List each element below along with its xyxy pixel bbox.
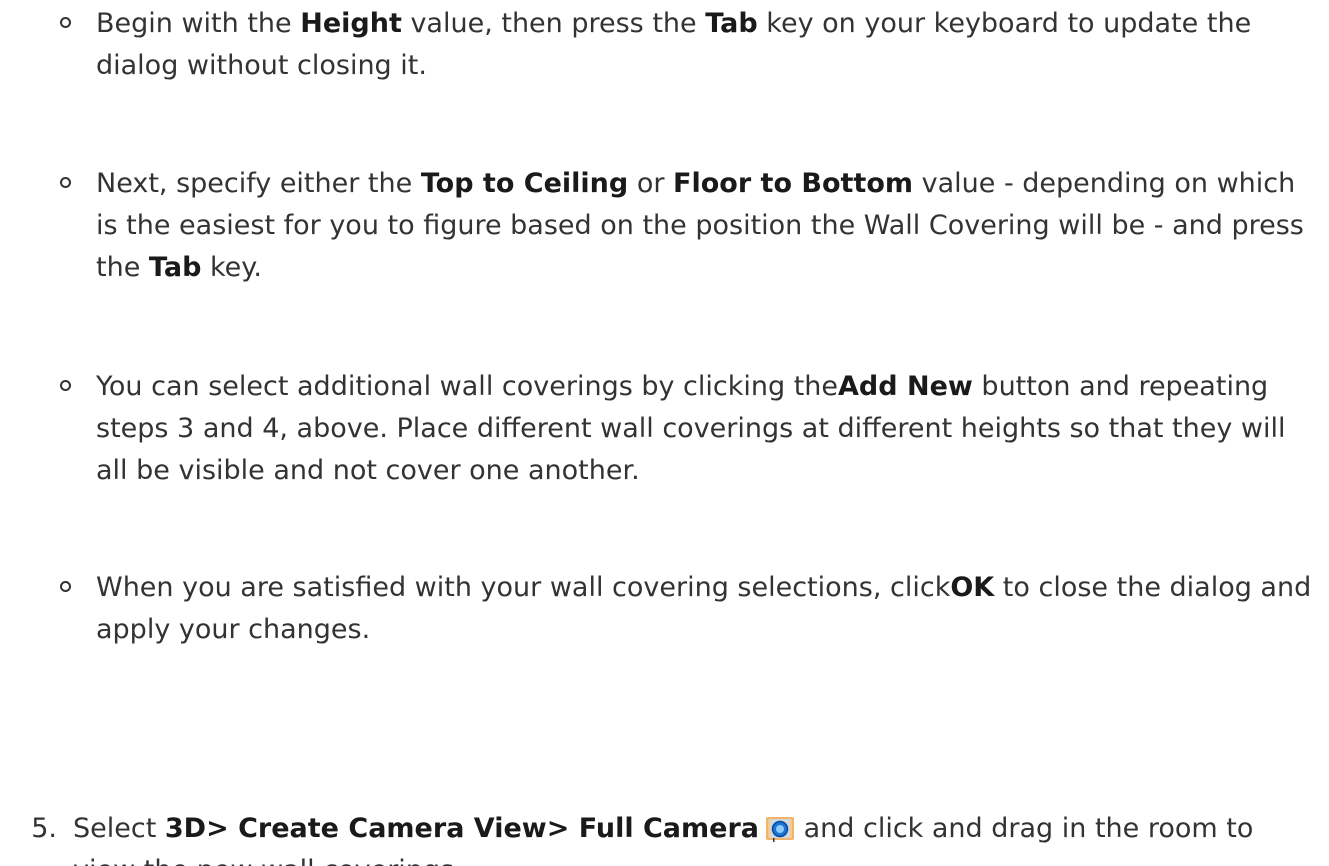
bullet-text: Next, specify either the Top to Ceiling … (96, 168, 1304, 283)
bullet-text: You can select additional wall coverings… (96, 371, 1286, 486)
bullet-circle-icon (60, 380, 71, 391)
step-text-before: Select 3D> Create Camera View> Full Came… (73, 813, 759, 844)
text-run: or (628, 168, 674, 199)
text-run: Begin with the (96, 8, 301, 39)
step-5: 5. Select 3D> Create Camera View> Full C… (31, 808, 1323, 866)
bullet-text: Begin with the Height value, then press … (96, 8, 1251, 81)
bold-term: 3D> Create Camera View> Full Camera (164, 813, 760, 844)
bullet-item-height: Begin with the Height value, then press … (60, 3, 1321, 87)
text-run: Select (73, 813, 165, 844)
bullet-item-top-floor: Next, specify either the Top to Ceiling … (60, 163, 1321, 289)
bullet-circle-icon (60, 177, 71, 188)
bold-term: Top to Ceiling (420, 168, 629, 199)
bold-term: Add New (838, 371, 973, 402)
bullet-item-ok: When you are satisfied with your wall co… (60, 567, 1321, 651)
text-run: Next, specify either the (96, 168, 421, 199)
bold-term: Height (300, 8, 402, 39)
camera-icon (766, 817, 795, 842)
text-run: key. (201, 252, 262, 283)
bold-term: Tab (705, 8, 758, 39)
bullet-circle-icon (60, 17, 71, 28)
bold-term: Tab (148, 252, 202, 283)
text-run: When you are satisfied with your wall co… (96, 572, 951, 603)
bullet-circle-icon (60, 581, 71, 592)
bullet-text: When you are satisfied with your wall co… (96, 572, 1311, 645)
text-run: value, then press the (401, 8, 706, 39)
step-number: 5. (31, 813, 57, 844)
bullet-item-add-new: You can select additional wall coverings… (60, 366, 1321, 492)
text-run: You can select additional wall coverings… (96, 371, 839, 402)
bold-term: Floor to Bottom (673, 168, 914, 199)
bold-term: OK (950, 572, 995, 603)
